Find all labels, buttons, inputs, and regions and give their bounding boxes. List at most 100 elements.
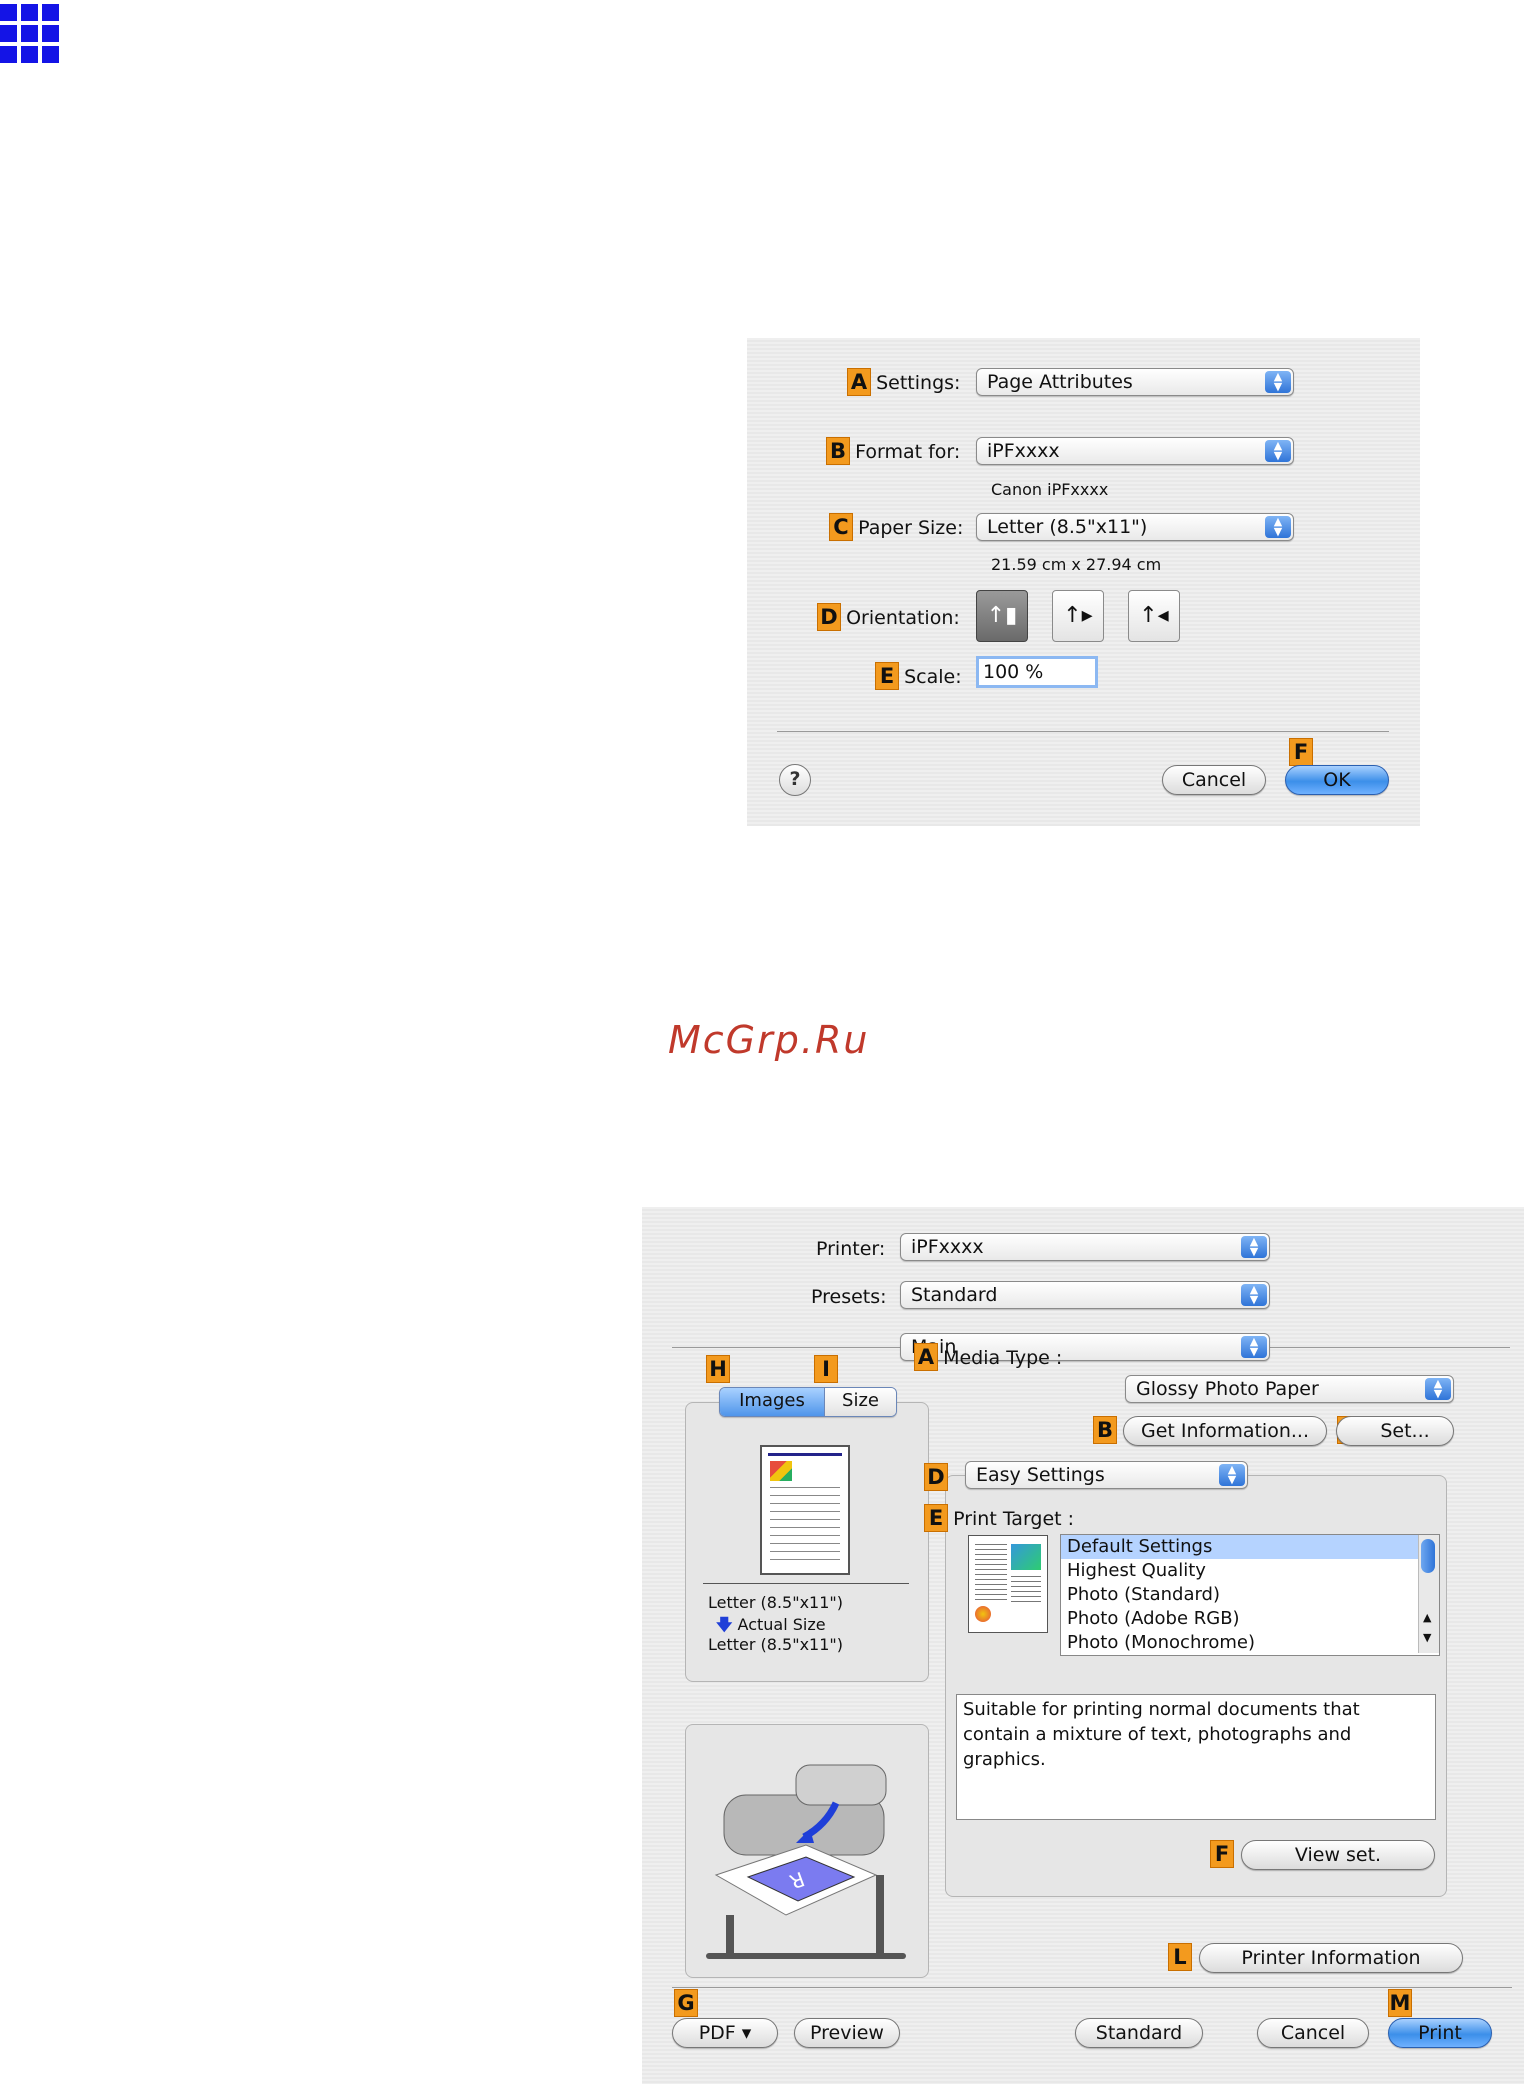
standard-button[interactable]: Standard [1075,2018,1203,2048]
scroll-up-icon[interactable]: ▲ [1423,1611,1431,1624]
tag-m-wrap: M [1388,1989,1412,2017]
tag-l: L [1168,1943,1192,1971]
list-scrollbar[interactable]: ▲ ▼ [1418,1535,1439,1653]
updown-arrows-icon: ▲ ▼ [1265,371,1291,393]
print-button[interactable]: Print [1388,2018,1492,2048]
tag-f-wrap: F [1289,738,1313,766]
panel-divider-right [1270,1347,1510,1348]
tag-m: M [1388,1989,1412,2017]
preview-divider [703,1583,909,1584]
print-target-thumbnail [968,1535,1048,1633]
settings-popup[interactable]: Page Attributes ▲ ▼ [976,368,1294,396]
tag-d: D [924,1463,948,1491]
printer-illustration: R [706,1764,906,1959]
updown-arrows-icon: ▲ ▼ [1241,1336,1267,1358]
landscape-icon: ↑▸ [1063,603,1093,628]
format-row: B Format for: [826,437,960,465]
tag-f: F [1289,738,1313,766]
updown-arrows-icon: ▲ ▼ [1241,1236,1267,1258]
tag-g: G [674,1989,698,2017]
list-item[interactable]: Photo (Adobe RGB) [1061,1607,1439,1631]
tag-a: A [847,368,871,396]
get-information-button[interactable]: Get Information... [1123,1416,1327,1446]
mode-value: Easy Settings [976,1464,1105,1486]
updown-arrows-icon: ▲ ▼ [1219,1464,1245,1486]
settings-value: Page Attributes [987,371,1133,393]
bottom-divider [672,1987,1512,1988]
view-set-button[interactable]: View set. [1241,1840,1435,1870]
scroll-thumb[interactable] [1421,1539,1435,1573]
scroll-down-icon[interactable]: ▼ [1423,1631,1431,1644]
tag-b: B [1093,1416,1117,1444]
tag-f-wrap: F [1210,1840,1234,1868]
paper-size-label: Paper Size: [858,517,964,539]
tag-h-wrap: H [706,1355,730,1383]
updown-arrows-icon: ▲ ▼ [1425,1378,1451,1400]
tag-b-wrap: B [1093,1416,1117,1444]
format-popup[interactable]: iPFxxxx ▲ ▼ [976,437,1294,465]
ok-button[interactable]: OK [1285,765,1389,795]
list-item[interactable]: Photo (Monochrome) [1061,1631,1439,1655]
tag-l-wrap: L [1168,1943,1192,1971]
cancel-button[interactable]: Cancel [1257,2018,1369,2048]
updown-arrows-icon: ▲ ▼ [1265,440,1291,462]
format-subtext: Canon iPFxxxx [991,480,1109,499]
tag-h: H [706,1355,730,1383]
actual-size-label: Actual Size [737,1615,826,1634]
list-item[interactable]: Default Settings [1061,1535,1439,1559]
tab-size[interactable]: Size [825,1388,896,1416]
arrow-down-icon: 🡇 [716,1615,733,1634]
set-button[interactable]: Set... [1336,1416,1454,1446]
pdf-button[interactable]: PDF ▾ [672,2018,778,2048]
settings-label: Settings: [876,372,961,394]
portrait-icon: ↑▮ [986,603,1018,628]
reverse-landscape-orientation-button[interactable]: ↑◂ [1128,590,1180,642]
print-target-label: Print Target : [953,1508,1075,1530]
tag-e: E [924,1504,948,1532]
scale-input[interactable]: 100 % [976,656,1098,688]
tag-c: C [829,513,853,541]
print-target-list[interactable]: Default Settings Highest Quality Photo (… [1060,1534,1440,1656]
size-from: Letter (8.5"x11") [708,1593,844,1612]
page-preview-image [760,1445,850,1575]
tab-images[interactable]: Images [720,1388,825,1416]
tag-d-wrap: D [924,1463,948,1491]
tag-i: I [814,1355,838,1383]
help-button[interactable]: ? [779,764,811,796]
panel-divider-left [672,1347,900,1348]
printer-information-button[interactable]: Printer Information [1199,1943,1463,1973]
print-target-row: E Print Target : [924,1504,1074,1532]
printer-label: Printer: [816,1238,886,1260]
orientation-row: D Orientation: [817,603,960,631]
size-to: Letter (8.5"x11") [708,1635,844,1654]
updown-arrows-icon: ▲ ▼ [1265,516,1291,538]
landscape-orientation-button[interactable]: ↑▸ [1052,590,1104,642]
description-text: Suitable for printing normal documents t… [956,1694,1436,1820]
paper-size-popup[interactable]: Letter (8.5"x11") ▲ ▼ [976,513,1294,541]
scale-row: E Scale: [875,662,962,690]
portrait-orientation-button[interactable]: ↑▮ [976,590,1028,642]
tag-i-wrap: I [814,1355,838,1383]
list-item[interactable]: Highest Quality [1061,1559,1439,1583]
page-setup-dialog: A Settings: Page Attributes ▲ ▼ B Format … [747,338,1420,826]
printer-value: iPFxxxx [911,1236,984,1258]
printer-illustration-box: R [685,1724,929,1978]
list-item[interactable]: Photo (Standard) [1061,1583,1439,1607]
media-type-popup[interactable]: Glossy Photo Paper ▲ ▼ [1125,1375,1454,1403]
reverse-landscape-icon: ↑◂ [1139,603,1169,628]
question-mark-icon: ? [789,768,801,790]
presets-popup[interactable]: Standard ▲ ▼ [900,1281,1270,1309]
media-type-value: Glossy Photo Paper [1136,1378,1319,1400]
tag-g-wrap: G [674,1989,698,2017]
preview-button[interactable]: Preview [794,2018,900,2048]
cancel-button[interactable]: Cancel [1162,765,1266,795]
format-value: iPFxxxx [987,440,1060,462]
orientation-label: Orientation: [846,607,960,629]
tag-f: F [1210,1840,1234,1868]
paper-size-row: C Paper Size: [829,513,963,541]
tag-a: A [914,1343,938,1371]
format-label: Format for: [855,441,961,463]
mode-popup[interactable]: Easy Settings ▲ ▼ [965,1461,1248,1489]
printer-popup[interactable]: iPFxxxx ▲ ▼ [900,1233,1270,1261]
print-dialog: Printer: iPFxxxx ▲ ▼ Presets: Standard ▲ ▼… [642,1207,1524,2084]
